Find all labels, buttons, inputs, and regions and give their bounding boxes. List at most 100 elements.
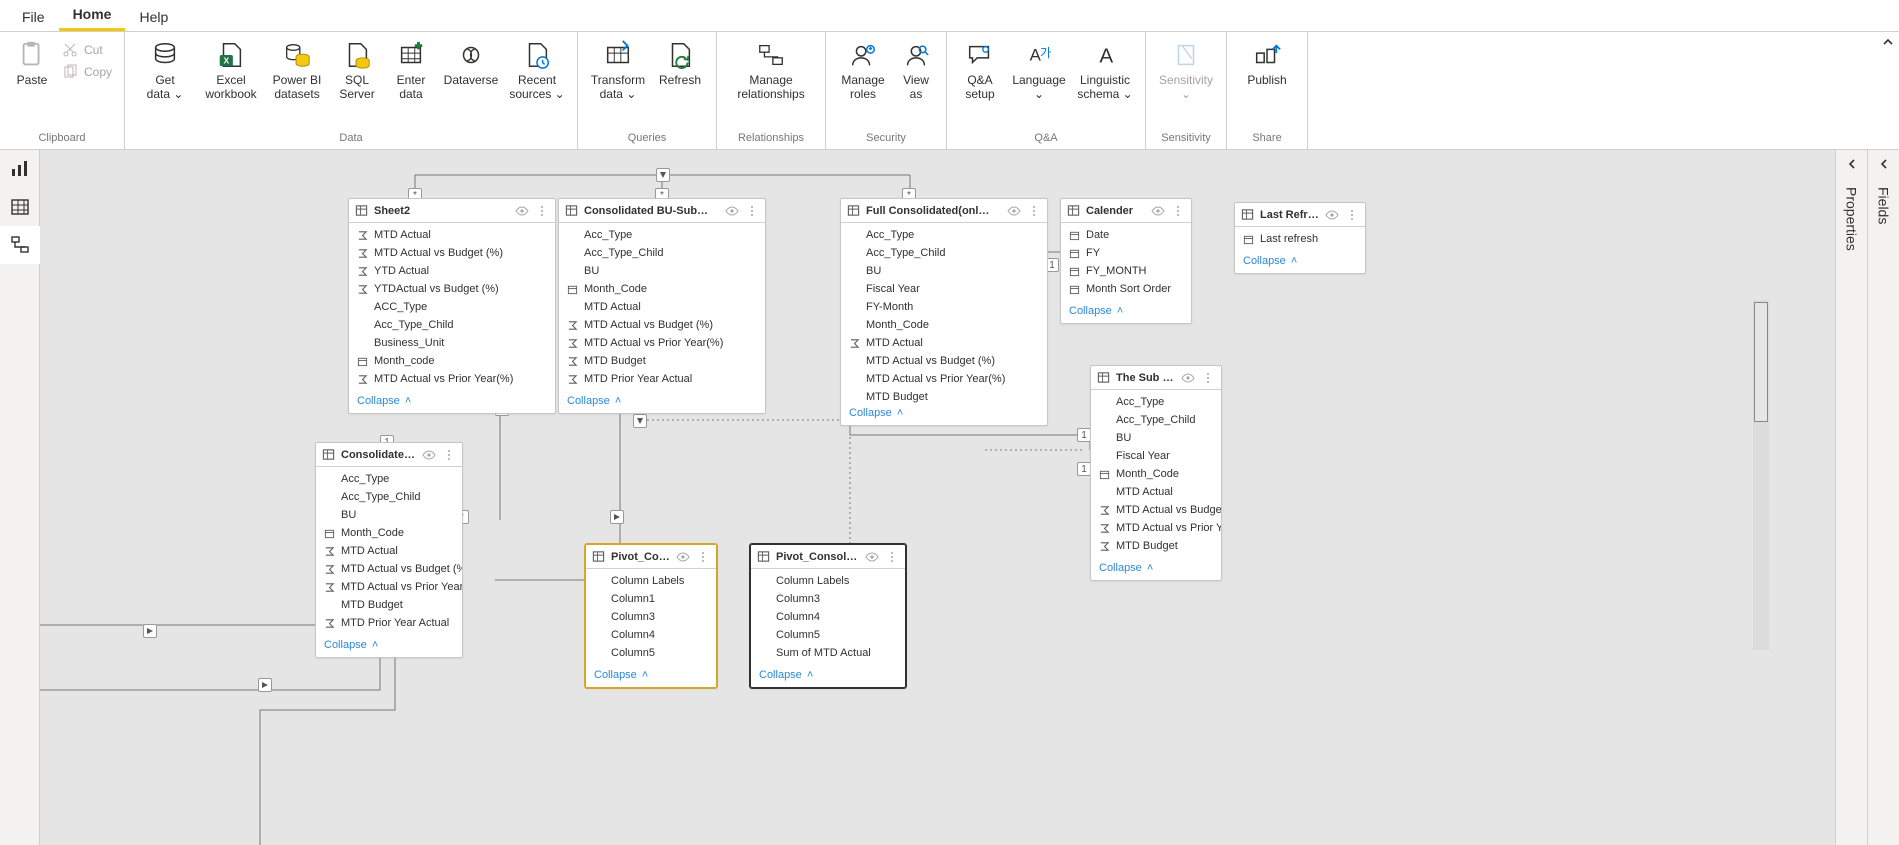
field-row[interactable]: MTD Budget xyxy=(316,596,462,614)
minimap[interactable] xyxy=(1753,300,1769,650)
table-header[interactable]: Consolidated BU-Sub… xyxy=(559,199,765,223)
table-consolidated-bu-sub[interactable]: Consolidated BU-Sub…Acc_TypeAcc_Type_Chi… xyxy=(558,198,766,414)
report-view-button[interactable] xyxy=(0,150,40,188)
menu-tab-help[interactable]: Help xyxy=(125,3,182,31)
field-row[interactable]: Column3 xyxy=(586,608,716,626)
table-header[interactable]: Pivot_Consol only BUs xyxy=(586,545,716,569)
more-options-icon[interactable] xyxy=(885,550,899,564)
field-row[interactable]: Column4 xyxy=(586,626,716,644)
field-row[interactable]: ACC_Type xyxy=(349,298,555,316)
minimap-viewport[interactable] xyxy=(1754,302,1768,422)
collapse-link[interactable]: Collapse ˄ xyxy=(324,639,378,651)
field-row[interactable]: MTD Actual vs Prior Year(%) xyxy=(316,578,462,596)
field-row[interactable]: Column5 xyxy=(751,626,905,644)
field-row[interactable]: MTD Actual xyxy=(349,226,555,244)
visibility-icon[interactable] xyxy=(1007,204,1021,218)
table-pivot-consol-bu-subbu[interactable]: Pivot_Consol-BU,SubBU,Sta…Column LabelsC… xyxy=(750,544,906,688)
menu-tab-file[interactable]: File xyxy=(8,3,59,31)
field-row[interactable]: Column3 xyxy=(751,590,905,608)
field-row[interactable]: Sum of MTD Actual xyxy=(751,644,905,662)
paste-button[interactable]: Paste xyxy=(8,36,56,92)
qa-setup-button[interactable]: Q&A setup xyxy=(955,36,1005,106)
collapse-link[interactable]: Collapse ˄ xyxy=(567,395,621,407)
cut-button[interactable]: Cut xyxy=(58,40,116,60)
table-sheet2[interactable]: Sheet2MTD ActualMTD Actual vs Budget (%)… xyxy=(348,198,556,414)
dataverse-button[interactable]: Dataverse xyxy=(439,36,503,92)
language-button[interactable]: A가 Language ⌄ xyxy=(1007,36,1071,106)
more-options-icon[interactable] xyxy=(1345,208,1359,222)
sql-server-button[interactable]: SQL Server xyxy=(331,36,383,106)
field-row[interactable]: MTD Actual vs Budget (%) xyxy=(1091,501,1221,519)
more-options-icon[interactable] xyxy=(745,204,759,218)
collapse-link[interactable]: Collapse ˄ xyxy=(1099,562,1153,574)
collapse-link[interactable]: Collapse ˄ xyxy=(1243,255,1297,267)
collapse-link[interactable]: Collapse ˄ xyxy=(1069,305,1123,317)
visibility-icon[interactable] xyxy=(725,204,739,218)
more-options-icon[interactable] xyxy=(442,448,456,462)
more-options-icon[interactable] xyxy=(1201,371,1215,385)
field-row[interactable]: Acc_Type_Child xyxy=(1091,411,1221,429)
table-pivot-consol-only-bus[interactable]: Pivot_Consol only BUsColumn LabelsColumn… xyxy=(585,544,717,688)
visibility-icon[interactable] xyxy=(515,204,529,218)
field-row[interactable]: YTDActual vs Budget (%) xyxy=(349,280,555,298)
collapse-link[interactable]: Collapse ˄ xyxy=(357,395,411,407)
field-row[interactable]: BU xyxy=(841,262,1047,280)
table-header[interactable]: Full Consolidated(onl… xyxy=(841,199,1047,223)
model-canvas[interactable]: Sheet2MTD ActualMTD Actual vs Budget (%)… xyxy=(40,150,1835,845)
manage-roles-button[interactable]: Manage roles xyxy=(834,36,892,106)
visibility-icon[interactable] xyxy=(1325,208,1339,222)
field-row[interactable]: MTD Actual vs Budget (%) xyxy=(559,316,765,334)
expand-properties-button[interactable] xyxy=(1846,150,1858,183)
field-row[interactable]: FY xyxy=(1061,244,1191,262)
field-row[interactable]: Acc_Type_Child xyxy=(316,488,462,506)
field-row[interactable]: BU xyxy=(1091,429,1221,447)
field-row[interactable]: Acc_Type xyxy=(841,226,1047,244)
visibility-icon[interactable] xyxy=(422,448,436,462)
fields-pane[interactable]: Fields xyxy=(1867,150,1899,845)
visibility-icon[interactable] xyxy=(1151,204,1165,218)
more-options-icon[interactable] xyxy=(696,550,710,564)
field-row[interactable]: MTD Actual xyxy=(1091,483,1221,501)
visibility-icon[interactable] xyxy=(676,550,690,564)
field-row[interactable]: Month_Code xyxy=(1091,465,1221,483)
model-view-button[interactable] xyxy=(0,226,40,264)
field-row[interactable]: BU xyxy=(316,506,462,524)
publish-button[interactable]: Publish xyxy=(1235,36,1299,92)
field-row[interactable]: MTD Actual vs Prior Year(%) xyxy=(841,370,1047,388)
table-calender[interactable]: CalenderDateFYFY_MONTHMonth Sort OrderCo… xyxy=(1060,198,1192,324)
excel-workbook-button[interactable]: X Excel workbook xyxy=(199,36,263,106)
field-row[interactable]: MTD Actual xyxy=(559,298,765,316)
field-row[interactable]: MTD Actual xyxy=(841,334,1047,352)
sensitivity-button[interactable]: Sensitivity ⌄ xyxy=(1154,36,1218,106)
collapse-link[interactable]: Collapse ˄ xyxy=(759,669,813,681)
copy-button[interactable]: Copy xyxy=(58,62,116,82)
field-row[interactable]: MTD Actual vs Budget (%) xyxy=(841,352,1047,370)
linguistic-schema-button[interactable]: A Linguistic schema ⌄ xyxy=(1073,36,1137,106)
table-header[interactable]: Pivot_Consol-BU,SubBU,Sta… xyxy=(751,545,905,569)
field-row[interactable]: MTD Actual vs Budget (%) xyxy=(349,244,555,262)
menu-tab-home[interactable]: Home xyxy=(59,0,126,31)
more-options-icon[interactable] xyxy=(1027,204,1041,218)
collapse-ribbon-button[interactable] xyxy=(1877,32,1899,149)
field-row[interactable]: Month_Code xyxy=(841,316,1047,334)
more-options-icon[interactable] xyxy=(535,204,549,218)
properties-pane[interactable]: Properties xyxy=(1835,150,1867,845)
field-row[interactable]: YTD Actual xyxy=(349,262,555,280)
recent-sources-button[interactable]: Recent sources ⌄ xyxy=(505,36,569,106)
collapse-link[interactable]: Collapse ˄ xyxy=(594,669,648,681)
powerbi-datasets-button[interactable]: Power BI datasets xyxy=(265,36,329,106)
table-last-refreshed[interactable]: Last RefreshedLast refreshCollapse ˄ xyxy=(1234,202,1366,274)
field-row[interactable]: Column4 xyxy=(751,608,905,626)
field-row[interactable]: Acc_Type xyxy=(559,226,765,244)
field-row[interactable]: Month_Code xyxy=(316,524,462,542)
visibility-icon[interactable] xyxy=(865,550,879,564)
field-row[interactable]: MTD Prior Year Actual xyxy=(316,614,462,632)
field-row[interactable]: FY_MONTH xyxy=(1061,262,1191,280)
field-row[interactable]: MTD Budget xyxy=(841,388,1047,403)
field-row[interactable]: MTD Actual vs Prior Year(%) xyxy=(559,334,765,352)
field-row[interactable]: Column Labels xyxy=(751,572,905,590)
collapse-link[interactable]: Collapse ˄ xyxy=(849,407,903,419)
field-row[interactable]: MTD Actual vs Prior Year(%) xyxy=(349,370,555,388)
get-data-button[interactable]: Get data ⌄ xyxy=(133,36,197,106)
table-full-consolidated[interactable]: Full Consolidated(onl…Acc_TypeAcc_Type_C… xyxy=(840,198,1048,426)
